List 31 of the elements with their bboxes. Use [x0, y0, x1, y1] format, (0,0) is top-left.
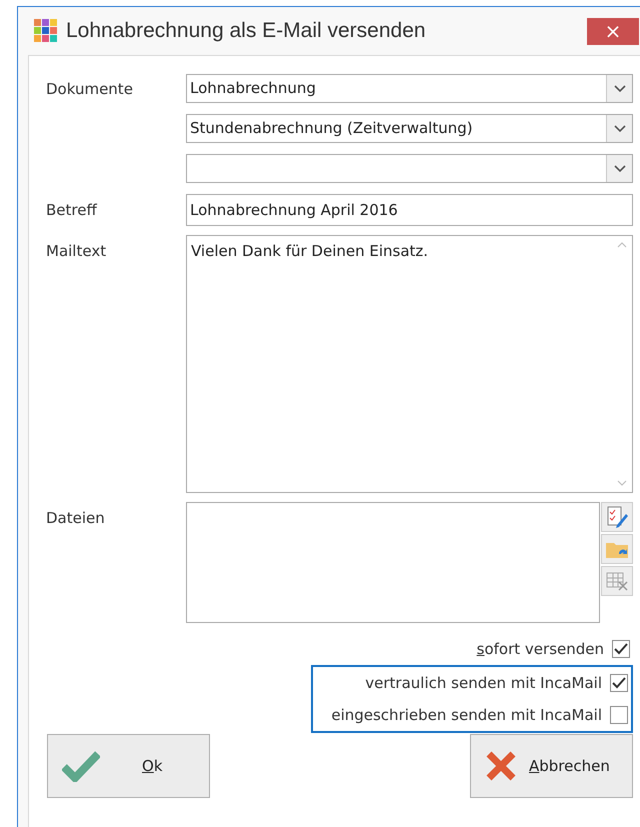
option-label: eingeschrieben senden mit IncaMail: [331, 704, 602, 726]
field-label: Mailtext: [46, 241, 108, 262]
scroll-up-icon[interactable]: [617, 242, 627, 248]
files-list[interactable]: [186, 502, 600, 623]
field-label: Dokumente: [46, 80, 133, 98]
chevron-down-icon: [614, 84, 626, 92]
mailtext-area[interactable]: Vielen Dank für Deinen Einsatz.: [186, 235, 633, 493]
close-button[interactable]: ×: [587, 18, 639, 44]
x-mark-icon: [485, 750, 517, 782]
field-label: Dateien: [46, 508, 106, 529]
checkbox[interactable]: [612, 640, 630, 658]
dropdown[interactable]: Stundenabrechnung (Zeitverwaltung): [186, 114, 633, 143]
edit-list-icon[interactable]: [601, 502, 633, 532]
window-title: Lohnabrechnung als E-Mail versenden: [66, 18, 426, 44]
checkbox[interactable]: [610, 706, 628, 724]
cancel-button[interactable]: Abbrechen: [470, 734, 633, 798]
app-grid-icon: [34, 19, 58, 43]
delete-table-icon[interactable]: [601, 566, 633, 596]
dropdown[interactable]: Lohnabrechnung: [186, 74, 633, 103]
chevron-down-icon: [614, 164, 626, 172]
scroll-down-icon[interactable]: [617, 480, 627, 486]
checkbox[interactable]: [610, 674, 628, 692]
ok-button[interactable]: Ok: [47, 734, 210, 798]
field-label: Betreff: [46, 200, 98, 221]
checkmark-icon: [62, 750, 100, 782]
subject-field[interactable]: Lohnabrechnung April 2016: [186, 194, 633, 226]
chevron-down-icon: [614, 124, 626, 132]
option-label: vertraulich senden mit IncaMail: [365, 672, 602, 694]
option-label: sofort versenden: [476, 638, 604, 660]
dropdown[interactable]: [186, 154, 633, 183]
folder-icon[interactable]: [601, 534, 633, 564]
